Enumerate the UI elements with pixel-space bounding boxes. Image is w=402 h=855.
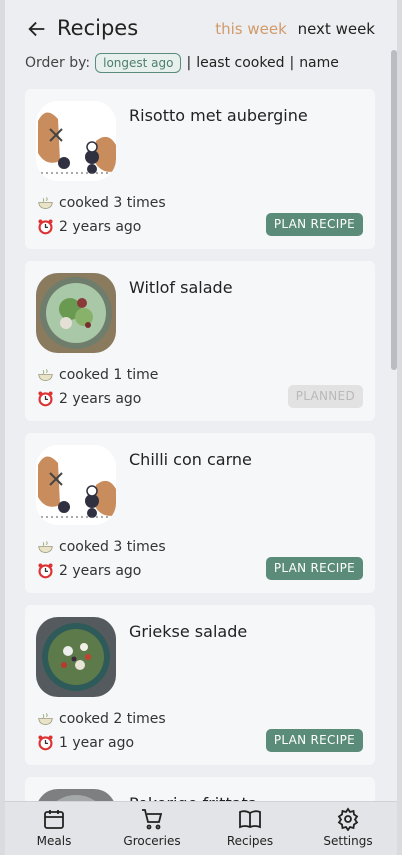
cooked-count: cooked 3 times — [37, 194, 166, 211]
calendar-icon — [44, 810, 64, 829]
back-arrow-icon[interactable] — [26, 18, 48, 40]
last-cooked: 2 years ago — [37, 562, 141, 579]
recipe-name: Griekse salade — [129, 622, 248, 641]
last-cooked-text: 2 years ago — [59, 218, 142, 235]
bowl-icon — [38, 369, 53, 381]
plan-recipe-button[interactable]: PLAN RECIPE — [265, 213, 363, 236]
last-cooked: 1 year ago — [37, 734, 134, 751]
order-option-name[interactable]: name — [299, 55, 339, 71]
alarm-clock-icon — [38, 391, 53, 407]
cooked-count: cooked 1 time — [37, 366, 158, 383]
last-cooked-text: 2 years ago — [59, 390, 142, 407]
tab-this-week[interactable]: this week — [215, 20, 287, 38]
cooked-count: cooked 3 times — [37, 538, 166, 555]
chef-illustration-icon — [36, 101, 116, 181]
recipe-card[interactable]: Chilli con carne cooked 3 times 2 years … — [25, 433, 375, 593]
bowl-icon — [38, 541, 53, 553]
recipe-card[interactable]: Risotto met aubergine cooked 3 times 2 y… — [25, 89, 375, 249]
recipe-name: Chilli con carne — [129, 450, 252, 469]
gear-icon — [337, 807, 359, 831]
cooked-count: cooked 2 times — [37, 710, 166, 727]
salad-photo — [36, 273, 116, 353]
scrollbar[interactable] — [391, 50, 397, 370]
nav-label: Recipes — [226, 834, 274, 848]
recipe-name: Risotto met aubergine — [129, 106, 308, 125]
order-option-longest-ago[interactable]: longest ago — [95, 53, 182, 73]
week-tabs: this week next week — [209, 20, 375, 38]
salad-photo — [36, 617, 116, 697]
page-title: Recipes — [57, 16, 139, 40]
order-option-least-cooked[interactable]: least cooked — [196, 55, 284, 71]
nav-label: Meals — [36, 834, 72, 848]
nav-settings[interactable]: Settings — [299, 802, 397, 855]
alarm-clock-icon — [38, 563, 53, 579]
recipe-card[interactable]: Witlof salade cooked 1 time 2 years ago … — [25, 261, 375, 421]
alarm-clock-icon — [38, 735, 53, 751]
bottom-nav: Meals Groceries Recipes Settings — [5, 801, 397, 855]
recipe-name: Witlof salade — [129, 278, 233, 297]
last-cooked-text: 1 year ago — [59, 734, 135, 751]
recipe-card[interactable]: Griekse salade cooked 2 times 1 year ago… — [25, 605, 375, 765]
cooked-count-text: cooked 3 times — [59, 538, 166, 555]
nav-recipes[interactable]: Recipes — [201, 802, 299, 855]
tab-next-week[interactable]: next week — [298, 20, 375, 38]
plan-recipe-button[interactable]: PLAN RECIPE — [265, 729, 363, 752]
app: Recipes this week next week Order by: lo… — [5, 0, 397, 855]
separator: | — [186, 55, 192, 71]
header: Recipes this week next week Order by: lo… — [5, 0, 397, 88]
cooked-count-text: cooked 1 time — [59, 366, 159, 383]
nav-label: Settings — [323, 834, 373, 848]
recipe-list: Risotto met aubergine cooked 3 times 2 y… — [25, 89, 375, 855]
order-by: Order by: longest ago | least cooked | n… — [25, 53, 339, 73]
chef-illustration-icon — [36, 445, 116, 525]
last-cooked: 2 years ago — [37, 390, 141, 407]
planned-button: PLANNED — [287, 385, 363, 408]
cooked-count-text: cooked 2 times — [59, 710, 166, 727]
plan-recipe-button[interactable]: PLAN RECIPE — [265, 557, 363, 580]
alarm-clock-icon — [38, 219, 53, 235]
nav-label: Groceries — [123, 834, 181, 848]
book-icon — [239, 810, 261, 829]
last-cooked-text: 2 years ago — [59, 562, 142, 579]
bowl-icon — [38, 197, 53, 209]
cooked-count-text: cooked 3 times — [59, 194, 166, 211]
nav-meals[interactable]: Meals — [5, 802, 103, 855]
order-by-label: Order by: — [25, 55, 91, 71]
last-cooked: 2 years ago — [37, 218, 141, 235]
nav-groceries[interactable]: Groceries — [103, 802, 201, 855]
bowl-icon — [38, 713, 53, 725]
cart-icon — [142, 809, 163, 830]
separator: | — [289, 55, 295, 71]
